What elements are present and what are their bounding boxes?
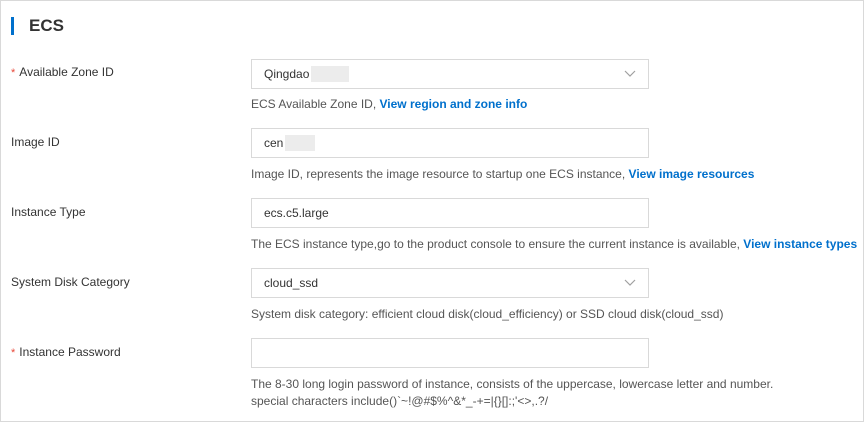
section-title: ECS <box>29 16 64 35</box>
password-help-line-1: The 8-30 long login password of instance… <box>251 377 774 391</box>
instance-type-help: The ECS instance type,go to the product … <box>251 237 858 251</box>
image-id-value: cen <box>264 136 284 150</box>
image-id-help: Image ID, represents the image resource … <box>251 167 755 181</box>
view-image-resources-link[interactable]: View image resources <box>629 167 755 181</box>
ecs-config-panel: ECS * Available Zone ID Qingdao ECS Avail… <box>0 0 864 422</box>
image-id-label: Image ID <box>11 135 60 149</box>
masked-value <box>311 66 350 82</box>
view-region-zone-link[interactable]: View region and zone info <box>380 97 528 111</box>
image-id-input[interactable]: cen <box>251 128 649 158</box>
disk-category-label: System Disk Category <box>11 275 130 289</box>
password-help-line-2: special characters include()`~!@#$%^&*_-… <box>251 394 549 408</box>
zone-id-select[interactable]: Qingdao <box>251 59 649 89</box>
zone-id-label: * Available Zone ID <box>11 65 114 79</box>
zone-id-help: ECS Available Zone ID, View region and z… <box>251 97 528 111</box>
required-marker: * <box>11 347 16 359</box>
section-accent-bar <box>11 17 14 35</box>
instance-password-help: The 8-30 long login password of instance… <box>251 376 773 410</box>
section-header: ECS <box>11 15 64 37</box>
disk-category-value: cloud_ssd <box>264 276 319 290</box>
instance-password-label: * Instance Password <box>11 345 121 359</box>
view-instance-types-link[interactable]: View instance types <box>743 237 857 251</box>
instance-password-input[interactable] <box>251 338 649 368</box>
masked-value <box>285 135 316 151</box>
required-marker: * <box>11 67 16 79</box>
instance-type-input[interactable]: ecs.c5.large <box>251 198 649 228</box>
disk-category-help: System disk category: efficient cloud di… <box>251 307 724 321</box>
zone-id-value: Qingdao <box>264 67 310 81</box>
instance-type-label: Instance Type <box>11 205 86 219</box>
instance-type-value: ecs.c5.large <box>264 206 329 220</box>
disk-category-select[interactable]: cloud_ssd <box>251 268 649 298</box>
chevron-down-icon <box>624 70 636 77</box>
chevron-down-icon <box>624 279 636 286</box>
